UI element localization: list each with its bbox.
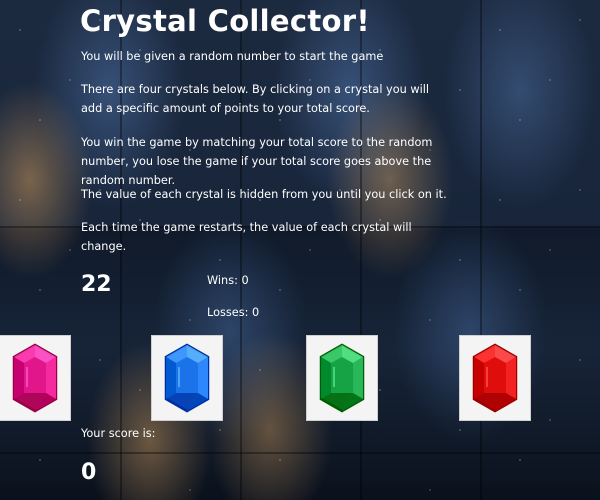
crystal-button-red[interactable]	[459, 335, 531, 421]
crystal-button-blue[interactable]	[151, 335, 223, 421]
crystal-button-green[interactable]	[306, 335, 378, 421]
score-value: 0	[81, 460, 97, 485]
wins-counter: Wins: 0	[207, 274, 249, 287]
score-label: Your score is:	[81, 427, 156, 440]
pink-crystal-icon	[12, 343, 58, 413]
instruction-restart: Each time the game restarts, the value o…	[81, 221, 412, 253]
instruction-hidden-value: The value of each crystal is hidden from…	[81, 188, 447, 201]
red-crystal-icon	[472, 343, 518, 413]
random-number: 22	[81, 272, 112, 297]
crystal-button-pink[interactable]	[0, 335, 71, 421]
blue-crystal-icon	[164, 343, 210, 413]
losses-counter: Losses: 0	[207, 306, 260, 319]
instruction-crystals: There are four crystals below. By clicki…	[81, 83, 430, 115]
game-container: Crystal Collector! You will be given a r…	[0, 0, 600, 500]
page-title: Crystal Collector!	[80, 4, 370, 38]
instruction-win-lose: You win the game by matching your total …	[81, 136, 433, 187]
green-crystal-icon	[319, 343, 365, 413]
instruction-start: You will be given a random number to sta…	[81, 50, 384, 63]
